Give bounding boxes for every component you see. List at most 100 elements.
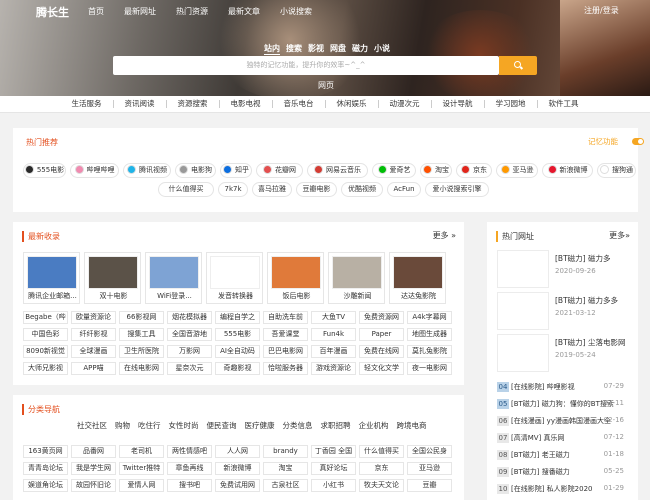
recent-link[interactable]: Fun4k — [311, 328, 356, 341]
category-link[interactable]: 京东 — [359, 462, 404, 475]
category-tab[interactable]: 吃住行 — [138, 420, 161, 431]
hot-site-pill[interactable]: 豆瓣电影 — [296, 182, 337, 197]
hot-site-pill[interactable]: 电影狗 — [175, 163, 216, 178]
recent-link[interactable]: 纤纤影视 — [71, 328, 116, 341]
recent-link[interactable]: 搜集工具 — [119, 328, 164, 341]
recent-card[interactable]: 双十电影 — [84, 252, 141, 304]
category-tab[interactable]: 分类信息 — [283, 420, 313, 431]
search-input[interactable]: 独特的记忆功能，提升你的效率~^_^ — [113, 56, 499, 75]
hot-site-pill[interactable]: 555电影 — [23, 163, 66, 178]
hot-site-pill[interactable]: 搜狗通 — [597, 163, 636, 178]
recent-link[interactable]: 555电影 — [215, 328, 260, 341]
category-link[interactable]: 休闲娱乐 — [326, 100, 379, 108]
rank-item[interactable]: 04 [在线影院] 哔哩影视 07-29 — [497, 382, 624, 395]
category-link[interactable]: 故园怀旧论 — [71, 479, 116, 492]
recent-link[interactable]: 在线电影网 — [119, 362, 164, 375]
category-tab[interactable]: 求职招聘 — [321, 420, 351, 431]
category-link[interactable]: 163黄页网 — [23, 445, 68, 458]
search-tab[interactable]: 影视 — [308, 43, 324, 55]
recent-link[interactable]: 百年漫画 — [311, 345, 356, 358]
category-link[interactable]: 免费试用网 — [215, 479, 260, 492]
recent-link[interactable]: 游戏资源论 — [311, 362, 356, 375]
category-link[interactable]: 两性情感吧 — [167, 445, 212, 458]
top-nav-item[interactable]: 最新文章 — [228, 6, 260, 17]
top-nav-item[interactable]: 首页 — [88, 6, 104, 17]
hot-site-pill[interactable]: 7k7k — [218, 182, 248, 197]
recent-link[interactable]: 8090新视觉 — [23, 345, 68, 358]
hot-site-pill[interactable]: 亚马逊 — [496, 163, 538, 178]
recent-link[interactable]: 万影网 — [167, 345, 212, 358]
hot-site-pill[interactable]: 爱奇艺 — [372, 163, 416, 178]
category-link[interactable]: 亚马逊 — [407, 462, 452, 475]
recent-link[interactable]: 莫扎兔影院 — [407, 345, 452, 358]
recent-link[interactable]: 地图生成器 — [407, 328, 452, 341]
category-link[interactable]: 资讯阅读 — [114, 100, 167, 108]
recent-card[interactable]: 发音转换器 — [206, 252, 263, 304]
category-link[interactable]: 设计导航 — [432, 100, 485, 108]
search-tab[interactable]: 搜索 — [286, 43, 302, 55]
hot-site-pill[interactable]: 花瓣网 — [256, 163, 303, 178]
recent-link[interactable]: 全球漫画 — [71, 345, 116, 358]
category-link[interactable]: 淘宝 — [263, 462, 308, 475]
memory-toggle[interactable] — [632, 138, 644, 145]
recent-link[interactable]: 中国色彩 — [23, 328, 68, 341]
search-tab[interactable]: 网盘 — [330, 43, 346, 55]
hot-site-pill[interactable]: 京东 — [456, 163, 492, 178]
recent-link[interactable]: 吾爱课堂 — [263, 328, 308, 341]
category-tab[interactable]: 购物 — [115, 420, 130, 431]
recent-link[interactable]: A4k字幕网 — [407, 311, 452, 324]
category-link[interactable]: brandy — [263, 445, 308, 458]
rank-item[interactable]: 06 [在线漫画] yy漫画韩国漫画大全 02-16 — [497, 416, 624, 429]
recent-link[interactable]: 星奈次元 — [167, 362, 212, 375]
recent-card[interactable]: WiFi登录... — [145, 252, 202, 304]
category-link[interactable]: 娱道角论坛 — [23, 479, 68, 492]
more-link[interactable]: 更多» — [609, 230, 630, 241]
hot-site-pill[interactable]: 喜马拉雅 — [252, 182, 292, 197]
hot-site-pill[interactable]: AcFun — [387, 182, 421, 197]
rank-item[interactable]: 05 [BT磁力] 磁力狗：懂你的BT搜索 03-11 — [497, 399, 624, 412]
hot-site-pill[interactable]: 什么值得买 — [158, 182, 214, 197]
category-link[interactable]: 新浪微博 — [215, 462, 260, 475]
category-link[interactable]: 我是学生网 — [71, 462, 116, 475]
recent-link[interactable]: 免费在线网 — [359, 345, 404, 358]
recent-link[interactable]: 恰啦服务器 — [263, 362, 308, 375]
category-link[interactable]: 学习园地 — [485, 100, 538, 108]
hot-site-item[interactable]: [BT磁力] 磁力多多 2021-03-12 — [497, 292, 624, 338]
category-link[interactable]: 音乐电台 — [273, 100, 326, 108]
recent-link[interactable]: 全国音游地 — [167, 328, 212, 341]
top-nav-item[interactable]: 热门资源 — [176, 6, 208, 17]
search-tab[interactable]: 磁力 — [352, 43, 368, 55]
search-button[interactable] — [499, 56, 537, 75]
recent-link[interactable]: 轻文化文学 — [359, 362, 404, 375]
rank-item[interactable]: 09 [BT磁力] 搜番磁力 05-25 — [497, 467, 624, 480]
hot-site-pill[interactable]: 淘宝 — [420, 163, 452, 178]
recent-link[interactable]: Paper — [359, 328, 404, 341]
recent-card[interactable]: 腾讯企业邮箱... — [23, 252, 80, 304]
category-link[interactable]: 品番网 — [71, 445, 116, 458]
category-link[interactable]: 全国公民身 — [407, 445, 452, 458]
rank-item[interactable]: 07 [高清MV] 真乐网 07-12 — [497, 433, 624, 446]
category-link[interactable]: 小红书 — [311, 479, 356, 492]
category-tab[interactable]: 社交社区 — [77, 420, 107, 431]
category-link[interactable]: 动漫次元 — [379, 100, 432, 108]
category-tab[interactable]: 便民查询 — [207, 420, 237, 431]
recent-link[interactable]: 欧量资源论 — [71, 311, 116, 324]
recent-link[interactable]: APP喵 — [71, 362, 116, 375]
category-link[interactable]: 丁香园 全国 — [311, 445, 356, 458]
recent-link[interactable]: 卫生所医院 — [119, 345, 164, 358]
category-link[interactable]: 古泉社区 — [263, 479, 308, 492]
recent-link[interactable]: 66影视网 — [119, 311, 164, 324]
recent-link[interactable]: Begabe（哔 — [23, 311, 68, 324]
login-link[interactable]: 注册/登录 — [584, 5, 619, 16]
category-link[interactable]: 人人网 — [215, 445, 260, 458]
hot-site-item[interactable]: [BT磁力] 尘落电影网 2019-05-24 — [497, 334, 625, 380]
recent-link[interactable]: 大鱼TV — [311, 311, 356, 324]
category-link[interactable]: 牧夫天文论 — [359, 479, 404, 492]
category-link[interactable]: 软件工具 — [538, 100, 590, 108]
recent-link[interactable]: 奇趣影视 — [215, 362, 260, 375]
category-link[interactable]: 青青岛论坛 — [23, 462, 68, 475]
category-link[interactable]: 真好论坛 — [311, 462, 356, 475]
hot-site-pill[interactable]: 腾讯视频 — [123, 163, 171, 178]
hot-site-pill[interactable]: 新浪微博 — [542, 163, 593, 178]
category-tab[interactable]: 跨境电商 — [397, 420, 427, 431]
